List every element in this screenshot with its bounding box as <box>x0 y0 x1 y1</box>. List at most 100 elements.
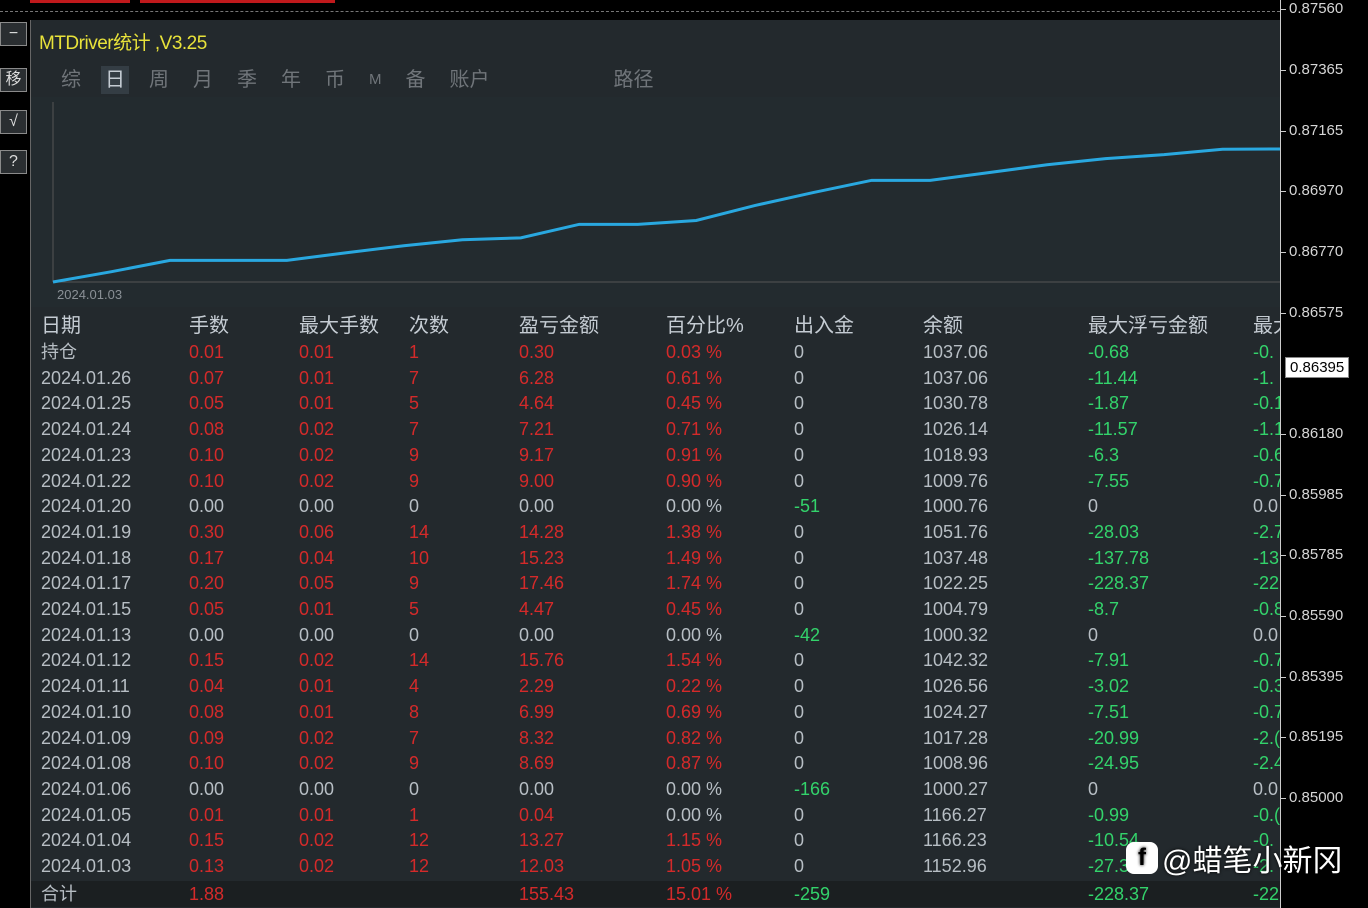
price-tick: 0.85590 <box>1280 607 1344 624</box>
cell: 0 <box>409 624 420 645</box>
cell: -7.51 <box>1088 701 1130 722</box>
tab-3[interactable]: 月 <box>189 66 217 94</box>
cell: 1030.78 <box>923 393 989 414</box>
cell: 0.10 <box>189 753 225 774</box>
tab-4[interactable]: 季 <box>233 66 261 94</box>
table-row: 2024.01.06 0.00 0.00 0 0.00 0.00 % -166 1000.27… <box>31 776 1280 802</box>
cell: 0.87 % <box>666 753 723 774</box>
minimize-button[interactable]: − <box>0 22 27 46</box>
cell: -0.7 <box>1253 701 1280 722</box>
cell: 1042.32 <box>923 650 989 671</box>
cell: 0 <box>409 778 420 799</box>
column-header: 最大手数 <box>299 315 379 337</box>
cell: 0 <box>1088 624 1099 645</box>
cell: 1.05 % <box>666 856 723 876</box>
red-bar <box>30 0 130 3</box>
tab-0[interactable]: 综 <box>57 66 85 94</box>
tab-2[interactable]: 周 <box>145 66 173 94</box>
cell: -259 <box>794 884 831 904</box>
cell: 0 <box>794 342 805 362</box>
help-button[interactable]: ? <box>0 150 27 174</box>
cell: 0 <box>794 419 805 440</box>
cell: 0.00 <box>189 496 225 517</box>
cell: 0.01 <box>299 676 335 697</box>
cell: -7.55 <box>1088 470 1130 491</box>
tab-6[interactable]: 币 <box>321 66 349 94</box>
cell: 0 <box>794 701 805 722</box>
cell: 0.02 <box>299 650 335 671</box>
cell: 12.03 <box>519 856 565 876</box>
cell: 0.04 <box>299 547 335 568</box>
check-button[interactable]: √ <box>0 110 27 134</box>
tab-7[interactable]: M <box>365 66 386 94</box>
tab-1[interactable]: 日 <box>101 66 129 94</box>
tab-9[interactable]: 账户 <box>446 66 494 94</box>
cell: 17.46 <box>519 573 565 594</box>
cell: 9 <box>409 573 420 594</box>
column-header: 次数 <box>409 315 449 337</box>
table-row: 持仓 0.01 0.01 1 0.30 0.03 % 0 1037.06 -0.68 -0. <box>31 339 1280 365</box>
cell: 7 <box>409 367 420 388</box>
cell: -7.91 <box>1088 650 1130 671</box>
cell: 0.00 % <box>666 496 723 517</box>
cell: 2024.01.15 <box>41 599 132 619</box>
cell: 0.00 % <box>666 624 723 645</box>
cell: 1026.14 <box>923 419 989 440</box>
cell: -1.87 <box>1088 393 1130 414</box>
tab-10[interactable]: 路径 <box>610 66 658 94</box>
cell: 1022.25 <box>923 573 989 594</box>
cell: -2.4 <box>1253 753 1280 774</box>
cell: 0.30 <box>519 342 555 362</box>
cell: 2024.01.24 <box>41 419 132 440</box>
table-row: 2024.01.18 0.17 0.04 10 15.23 1.49 % 0 1037.48 -… <box>31 545 1280 571</box>
column-header: 盈亏金额 <box>519 315 599 337</box>
cell: 7 <box>409 419 420 440</box>
table-row: 2024.01.12 0.15 0.02 14 15.76 1.54 % 0 1042.32 -… <box>31 647 1280 673</box>
tab-5[interactable]: 年 <box>277 66 305 94</box>
cell: 2024.01.17 <box>41 573 132 594</box>
cell: 0.22 % <box>666 676 723 697</box>
cell: 1000.32 <box>923 624 989 645</box>
equity-chart: 2024.01.03 <box>31 97 1280 307</box>
cell: -42 <box>794 624 821 645</box>
table-row: 2024.01.25 0.05 0.01 5 4.64 0.45 % 0 1030.78 -1.… <box>31 390 1280 416</box>
cell: 7 <box>409 727 420 748</box>
cell: -0.7 <box>1253 470 1280 491</box>
cell: -137.78 <box>1088 547 1150 568</box>
cell: 2024.01.25 <box>41 393 132 414</box>
stats-panel: MTDriver统计 ,V3.25 综日周月季年币 M 备账户 路径 2024.01.… <box>30 20 1280 908</box>
cell: -20.99 <box>1088 727 1140 748</box>
cell: 0.45 % <box>666 393 723 414</box>
cell: 0.01 <box>189 804 225 825</box>
cell: 2024.01.11 <box>41 676 130 697</box>
cell: -166 <box>794 778 831 799</box>
cell: 6.28 <box>519 367 555 388</box>
cell: 0.13 <box>189 856 225 876</box>
cell: 0.00 <box>189 624 225 645</box>
cell: 0.17 <box>189 547 225 568</box>
cell: 0.10 <box>189 444 225 465</box>
column-header: 余额 <box>923 315 963 337</box>
cell: 2024.01.12 <box>41 650 132 671</box>
cell: 2024.01.09 <box>41 727 132 748</box>
equity-chart-svg: 2024.01.03 <box>52 102 1280 302</box>
table-row: 2024.01.04 0.15 0.02 12 13.27 1.15 % 0 1166.23-… <box>31 827 1280 853</box>
cell: 0.05 <box>299 573 335 594</box>
cell: 0 <box>794 547 805 568</box>
column-header: 手数 <box>189 315 229 337</box>
cell: -11.57 <box>1088 419 1138 440</box>
tab-8[interactable]: 备 <box>402 66 430 94</box>
cell: 9.17 <box>519 444 555 465</box>
price-tick: 0.85985 <box>1280 486 1344 503</box>
cell: 2.29 <box>519 676 555 697</box>
cell: 9 <box>409 470 420 491</box>
cell: -24.95 <box>1088 753 1140 774</box>
cell: -22 <box>1253 884 1280 904</box>
cell: -6.3 <box>1088 444 1120 465</box>
cell: 1.38 % <box>666 521 723 542</box>
price-tick: 0.86770 <box>1280 243 1344 260</box>
table-header: 日期 手数 最大手数 次数 盈亏金额 百分比% 出入金 余额 最大浮亏金额 最大 <box>31 313 1280 339</box>
price-tick: 0.86575 <box>1280 304 1344 321</box>
cell: 0.02 <box>299 753 335 774</box>
move-button[interactable]: 移 <box>0 68 27 92</box>
